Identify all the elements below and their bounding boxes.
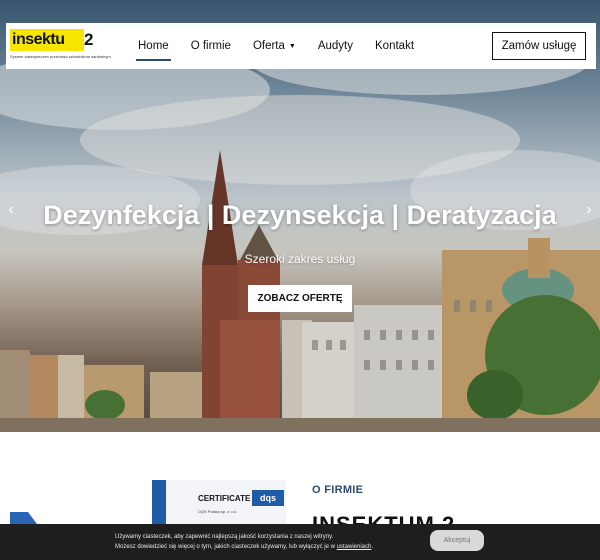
site-logo[interactable]: insektu 2 System zabezpieczeń przeciwko … bbox=[10, 29, 132, 63]
nav-item-oferta-label: Oferta bbox=[252, 40, 285, 52]
cookie-text-line2-suffix: . bbox=[371, 544, 373, 550]
cookie-banner: Używamy ciasteczek, aby zapewnić najleps… bbox=[0, 524, 600, 560]
section-label: O FIRMIE bbox=[312, 484, 364, 496]
order-service-button[interactable]: Zamów usługę bbox=[492, 32, 586, 60]
nav-item-audyty[interactable]: Audyty bbox=[318, 23, 353, 69]
cookie-text-line2: Możesz dowiedzieć się więcej o tym, jaki… bbox=[115, 542, 373, 552]
main-nav: Home O firmie Oferta ▼ Audyty Kontakt bbox=[136, 23, 436, 69]
site-header: insektu 2 System zabezpieczeń przeciwko … bbox=[6, 23, 596, 69]
logo-number: 2 bbox=[84, 30, 94, 49]
hero-subtitle: Szeroki zakres usług bbox=[244, 252, 356, 266]
nav-item-kontakt[interactable]: Kontakt bbox=[375, 23, 414, 69]
cookie-text-line2-prefix: Możesz dowiedzieć się więcej o tym, jaki… bbox=[115, 544, 337, 550]
logo-tagline: System zabezpieczeń przeciwko szkodnikom… bbox=[10, 54, 111, 59]
dqs-logo: dqs bbox=[252, 490, 284, 506]
hero-title: Dezynfekcja | Dezynsekcja | Deratyzacja bbox=[43, 200, 557, 230]
certificate-title: CERTIFICATE bbox=[198, 494, 251, 503]
cookie-text: Używamy ciasteczek, aby zapewnić najleps… bbox=[115, 532, 373, 552]
chevron-down-icon: ▼ bbox=[288, 42, 296, 50]
cookie-accept-button[interactable]: Akceptuj bbox=[430, 530, 484, 551]
logo-text: insektu bbox=[10, 29, 84, 51]
certificate-org: DQS Polska sp. z o.o. bbox=[198, 509, 238, 514]
nav-item-home[interactable]: Home bbox=[136, 23, 171, 69]
nav-item-oferta[interactable]: Oferta ▼ bbox=[253, 23, 296, 69]
cookie-text-line1: Używamy ciasteczek, aby zapewnić najleps… bbox=[115, 534, 334, 540]
nav-item-o-firmie[interactable]: O firmie bbox=[191, 23, 231, 69]
cookie-settings-link[interactable]: ustawieniach bbox=[337, 544, 372, 550]
see-offer-button[interactable]: ZOBACZ OFERTĘ bbox=[248, 285, 352, 312]
